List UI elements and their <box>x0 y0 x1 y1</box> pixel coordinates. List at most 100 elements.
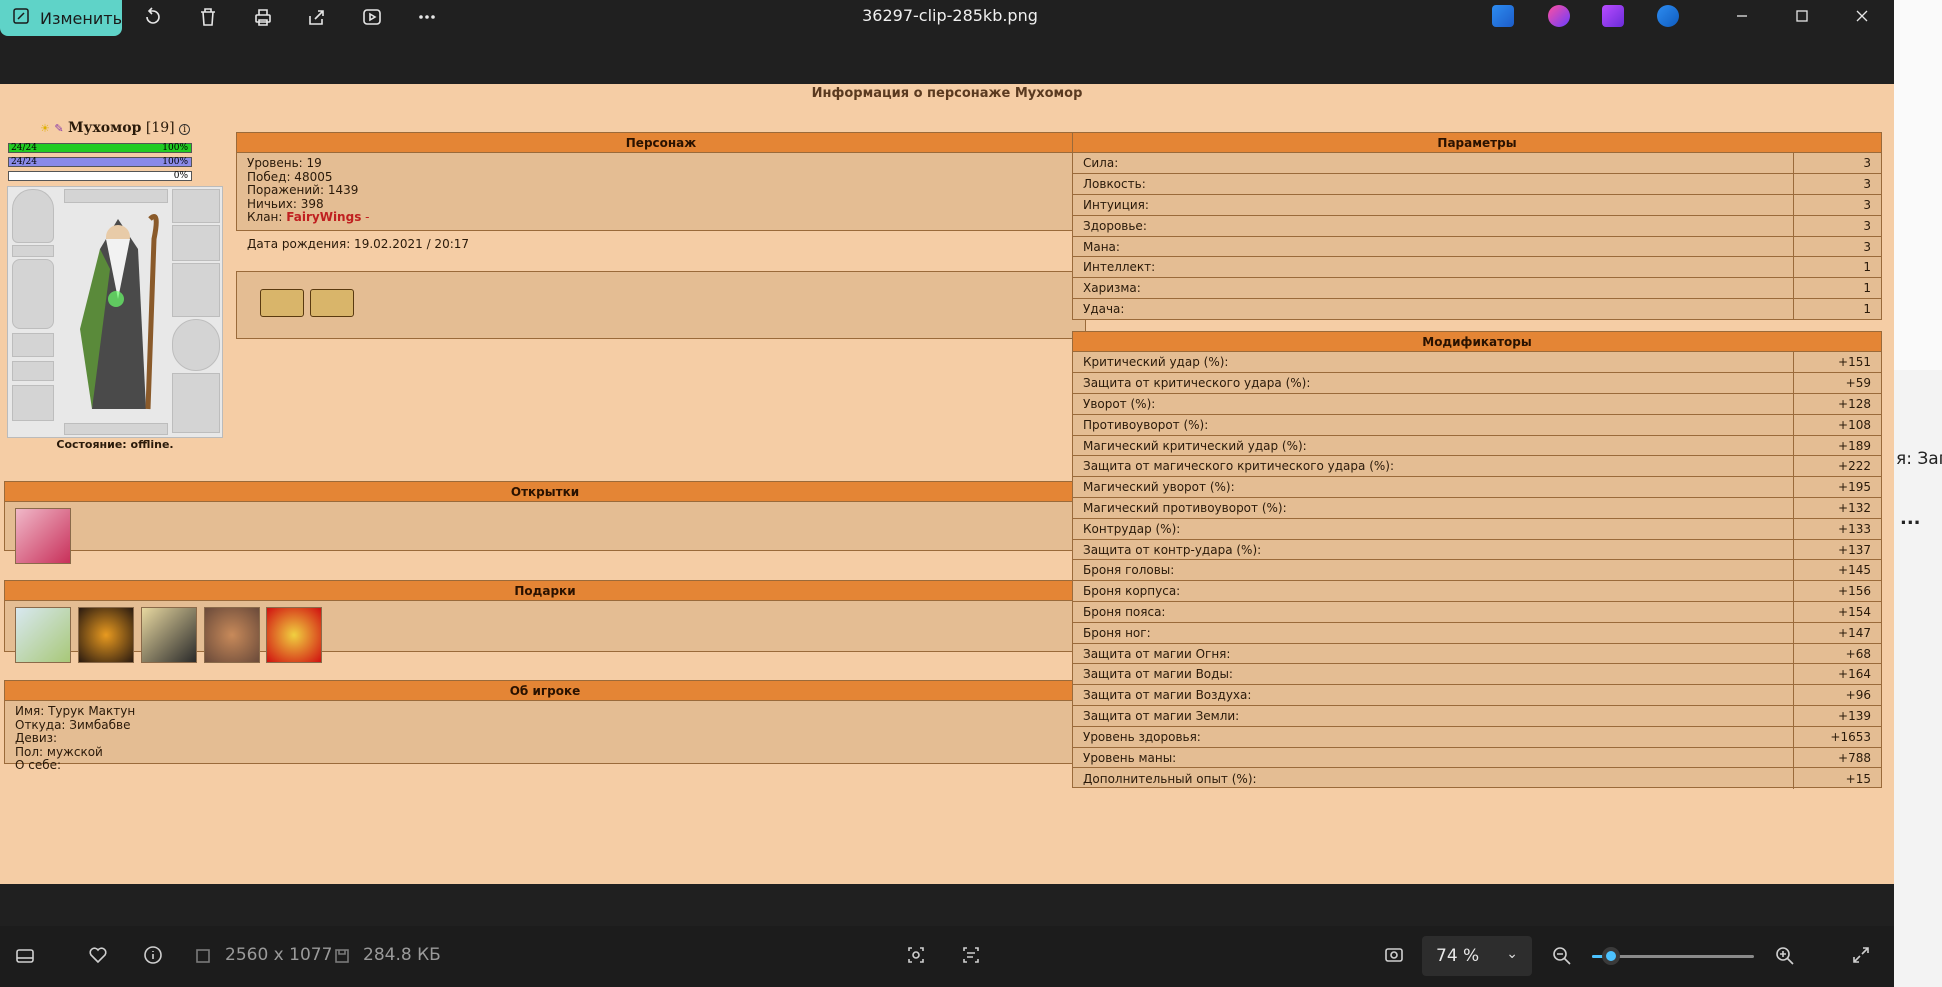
modifiers-row: Броня пояса: +154 <box>1073 601 1881 623</box>
modifiers-value: +189 <box>1792 435 1881 457</box>
info-icon[interactable]: i <box>179 124 191 135</box>
parameters-panel: Параметры Сила: 3 Ловкость: 3 Интуиция: 3 Здор… <box>1072 132 1882 320</box>
modifiers-label: Защита от магии Огня: <box>1073 643 1793 665</box>
modifiers-value: +156 <box>1792 580 1881 603</box>
title-bar: Изменить 36297-clip-285kb.png <box>0 0 1894 84</box>
gift-item-4[interactable] <box>204 607 260 663</box>
print-icon[interactable] <box>250 4 276 30</box>
personage-header: Персонаж <box>237 133 1085 153</box>
modifiers-row: Броня головы: +145 <box>1073 559 1881 582</box>
share-icon[interactable] <box>304 4 330 30</box>
params-row: Сила: 3 <box>1073 153 1881 175</box>
modifiers-row: Дополнительный опыт (%): +15 <box>1073 767 1881 789</box>
armor-slot[interactable] <box>12 259 54 329</box>
modifiers-label: Защита от магии Воздуха: <box>1073 684 1793 707</box>
onedrive-icon[interactable] <box>1657 5 1679 27</box>
filmstrip-icon[interactable] <box>13 944 37 968</box>
visual-search-icon[interactable] <box>904 943 928 967</box>
gift-item-5[interactable] <box>266 607 322 663</box>
birth-line: Дата рождения: 19.02.2021 / 20:17 <box>247 236 470 251</box>
clan-link[interactable]: FairyWings <box>286 210 361 224</box>
boots-slot[interactable] <box>12 385 54 421</box>
params-label: Интуиция: <box>1073 194 1793 216</box>
shield-slot[interactable] <box>172 319 220 371</box>
edit-image-icon <box>12 7 30 29</box>
modifiers-value: +137 <box>1792 539 1881 561</box>
status-bar <box>0 884 1894 987</box>
modifiers-value: +128 <box>1792 393 1881 415</box>
necklace-slot[interactable] <box>12 245 54 257</box>
modifiers-row: Магический уворот (%): +195 <box>1073 476 1881 499</box>
weapon-slot[interactable] <box>172 263 220 317</box>
params-value: 1 <box>1792 277 1881 300</box>
modifiers-value: +1653 <box>1792 726 1881 748</box>
delete-icon[interactable] <box>195 4 221 30</box>
more-options-icon[interactable] <box>414 4 440 30</box>
modifiers-row: Магический противоуворот (%): +132 <box>1073 497 1881 519</box>
actual-size-icon[interactable] <box>1382 943 1406 967</box>
character-name: ☀ ✎ Мухомор [19] i <box>40 120 191 136</box>
designer-app-icon[interactable] <box>1492 5 1514 27</box>
modifiers-row: Уровень маны: +788 <box>1073 747 1881 769</box>
modifiers-label: Броня пояса: <box>1073 601 1793 623</box>
helmet-slot[interactable] <box>12 189 54 243</box>
gift-item-2[interactable] <box>78 607 134 663</box>
modifiers-row: Противоуворот (%): +108 <box>1073 414 1881 436</box>
clipchamp-app-icon[interactable] <box>1602 5 1624 27</box>
params-value: 3 <box>1792 153 1881 175</box>
zoom-out-icon[interactable] <box>1550 944 1574 968</box>
leggings-slot[interactable] <box>12 361 54 381</box>
copilot-app-icon[interactable] <box>1548 5 1570 27</box>
gift-item-1[interactable] <box>15 607 71 663</box>
modifiers-value: +108 <box>1792 414 1881 436</box>
params-label: Здоровье: <box>1073 215 1793 237</box>
minimize-button[interactable] <box>1716 2 1768 30</box>
edit-button[interactable]: Изменить <box>0 0 122 36</box>
modifiers-row: Защита от магии Воды: +164 <box>1073 663 1881 686</box>
belt-slot[interactable] <box>12 333 54 357</box>
params-label: Мана: <box>1073 236 1793 258</box>
params-label: Ловкость: <box>1073 173 1793 196</box>
scroll-item-1[interactable] <box>260 289 304 317</box>
bracers-slot[interactable] <box>172 373 220 433</box>
gift-item-3[interactable] <box>141 607 197 663</box>
rotate-icon[interactable] <box>140 4 166 30</box>
bottom-slots[interactable] <box>64 423 168 435</box>
fullscreen-icon[interactable] <box>1849 943 1873 967</box>
chevron-down-icon: ⌄ <box>1506 946 1518 962</box>
favorite-icon[interactable] <box>86 943 110 967</box>
close-button[interactable] <box>1836 2 1888 30</box>
save-size-icon <box>330 944 354 968</box>
postcard-item[interactable] <box>15 508 71 564</box>
postcards-header: Открытки <box>5 482 1085 502</box>
postcards-panel: Открытки <box>4 481 1086 564</box>
earrings-slot[interactable] <box>172 189 220 223</box>
params-row: Мана: 3 <box>1073 236 1881 258</box>
slideshow-icon[interactable] <box>359 4 385 30</box>
ring-slots[interactable] <box>64 189 168 203</box>
sun-icon: ☀ <box>40 122 50 135</box>
gloves-slot[interactable] <box>172 225 220 261</box>
params-row: Интуиция: 3 <box>1073 194 1881 216</box>
zoom-in-icon[interactable] <box>1773 944 1797 968</box>
modifiers-row: Броня ног: +147 <box>1073 622 1881 644</box>
maximize-button[interactable] <box>1776 2 1828 30</box>
exp-bar: 0% <box>8 171 192 181</box>
params-row: Интеллект: 1 <box>1073 256 1881 279</box>
modifiers-value: +139 <box>1792 705 1881 727</box>
params-label: Сила: <box>1073 153 1793 175</box>
modifiers-label: Защита от магии Воды: <box>1073 663 1793 686</box>
modifiers-label: Контрудар (%): <box>1073 518 1793 540</box>
modifiers-label: Уровень здоровья: <box>1073 726 1793 748</box>
info-icon[interactable] <box>141 943 165 967</box>
params-value: 3 <box>1792 236 1881 258</box>
text-scan-icon[interactable] <box>959 943 983 967</box>
zoom-dropdown[interactable]: 74 % ⌄ <box>1422 936 1532 976</box>
modifiers-row: Критический удар (%): +151 <box>1073 352 1881 374</box>
background-window-more[interactable]: ... <box>1900 508 1921 529</box>
modifiers-row: Защита от магического критического удара… <box>1073 455 1881 478</box>
mana-bar: 24/24 100% <box>8 157 192 167</box>
modifiers-value: +154 <box>1792 601 1881 623</box>
personage-panel: Персонаж Уровень: 19 Побед: 48005 Пораже… <box>236 132 1086 250</box>
scroll-item-2[interactable] <box>310 289 354 317</box>
